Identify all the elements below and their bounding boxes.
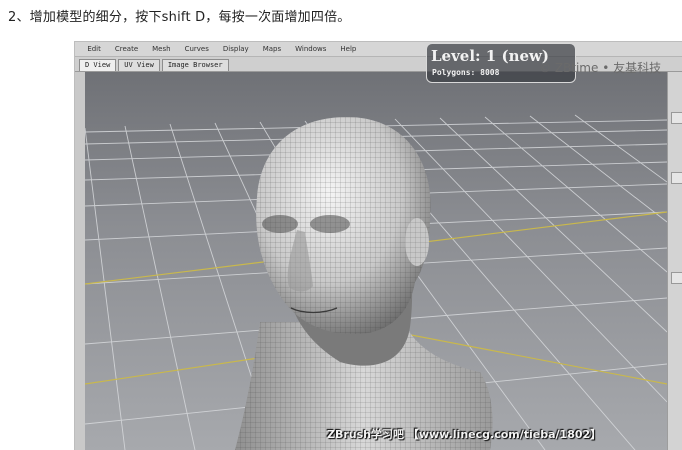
3d-viewport[interactable]: [85, 72, 667, 450]
menu-item-create[interactable]: Create: [115, 45, 138, 53]
tab-uv-view[interactable]: UV View: [118, 59, 160, 71]
screenshot-frame: e Edit Create Mesh Curves Display Maps W…: [75, 42, 682, 450]
watermark: © ZBtime • 友基科技: [539, 61, 662, 75]
menu-item-windows[interactable]: Windows: [295, 45, 326, 53]
menu-item-display[interactable]: Display: [223, 45, 249, 53]
menu-item-help[interactable]: Help: [340, 45, 356, 53]
tab-image-browser[interactable]: Image Browser: [161, 59, 229, 71]
tab-3d-view[interactable]: D View: [79, 59, 117, 71]
panel-toggle-button[interactable]: [671, 112, 682, 124]
panel-scroll-button[interactable]: [671, 272, 682, 284]
subdivision-level: Level: 1 (new): [431, 47, 550, 65]
right-toolbar: [667, 72, 682, 450]
forum-caption: ZBrush学习吧 【www.linecg.com/tieba/1802】: [327, 428, 602, 441]
menu-item-maps[interactable]: Maps: [263, 45, 281, 53]
panel-option-button[interactable]: [671, 172, 682, 184]
menu-item-edit[interactable]: Edit: [87, 45, 101, 53]
viewport-scene: [85, 114, 667, 450]
menu-item-curves[interactable]: Curves: [185, 45, 209, 53]
step-instruction: 2、增加模型的细分，按下shift D，每按一次面增加四倍。: [8, 10, 351, 25]
polygon-count: Polygons: 8008: [432, 68, 500, 77]
menu-bar: e Edit Create Mesh Curves Display Maps W…: [75, 42, 682, 57]
menu-item-mesh[interactable]: Mesh: [152, 45, 170, 53]
head-model: [235, 117, 493, 450]
